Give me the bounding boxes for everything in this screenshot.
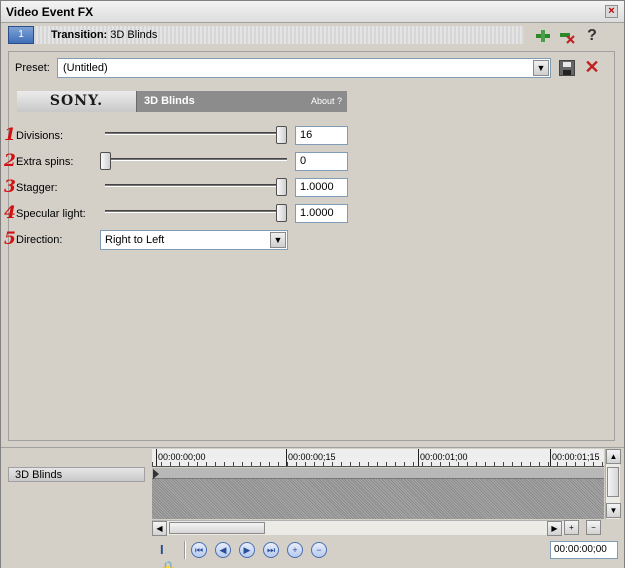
vertical-scroll-thumb[interactable] [607, 467, 619, 497]
divisions-label: Divisions: [16, 130, 64, 142]
time-ruler[interactable]: 00:00:00;00 00:00:00;15 00:00:01;00 00:0… [152, 449, 604, 467]
direction-label: Direction: [16, 234, 63, 246]
ruler-label: 00:00:00;00 [158, 452, 206, 462]
delete-keyframe-icon[interactable]: − [311, 542, 327, 558]
ruler-label: 00:00:01;15 [552, 452, 600, 462]
first-keyframe-icon[interactable]: ⏮ [191, 542, 207, 558]
lock-envelopes-icon[interactable]: I🔒 [160, 541, 178, 568]
divisions-slider[interactable] [105, 132, 287, 135]
preset-dropdown[interactable]: (Untitled) ▼ [57, 58, 551, 78]
transition-name: 3D Blinds [110, 29, 158, 41]
previous-keyframe-icon[interactable]: ◀ [215, 542, 231, 558]
plugin-name: 3D Blinds [144, 95, 195, 107]
stagger-slider[interactable] [105, 184, 287, 187]
stagger-slider-thumb[interactable] [276, 178, 287, 196]
current-time-display[interactable]: 00:00:00;00 [550, 541, 618, 559]
transition-title: Transition: 3D Blinds [51, 29, 157, 41]
track-label[interactable]: 3D Blinds [8, 467, 145, 482]
remove-plug-in-icon[interactable] [558, 27, 576, 45]
param-number-2: 2 [4, 151, 16, 171]
plugin-header-bar: SONY. 3D Blinds About ? [17, 91, 347, 112]
zoom-in-icon[interactable]: + [564, 520, 579, 535]
horizontal-scroll-thumb[interactable] [169, 522, 265, 534]
specular-light-label: Specular light: [16, 208, 86, 220]
ruler-label: 00:00:00;15 [288, 452, 336, 462]
chevron-down-icon[interactable]: ▼ [270, 232, 286, 248]
help-icon[interactable]: ? [583, 27, 601, 45]
specular-light-field[interactable]: 1.0000 [295, 204, 348, 223]
param-number-1: 1 [4, 125, 16, 145]
vertical-scrollbar[interactable]: ▲ ▼ [605, 449, 621, 519]
extra-spins-field[interactable]: 0 [295, 152, 348, 171]
chevron-down-icon[interactable]: ▼ [533, 60, 549, 76]
direction-dropdown[interactable]: Right to Left ▼ [100, 230, 288, 250]
zoom-out-icon[interactable]: − [586, 520, 601, 535]
horizontal-scrollbar[interactable]: ◀ ▶ [152, 520, 564, 536]
save-preset-icon[interactable] [559, 60, 575, 76]
video-event-fx-window: Video Event FX × 1 Transition: 3D Blinds… [0, 0, 625, 568]
direction-value: Right to Left [105, 234, 165, 246]
divisions-field[interactable]: 16 [295, 126, 348, 145]
ruler-minor-ticks [152, 462, 604, 466]
title-bar: Video Event FX × [1, 1, 624, 23]
param-number-3: 3 [4, 177, 16, 197]
preset-label: Preset: [15, 62, 50, 74]
stagger-field[interactable]: 1.0000 [295, 178, 348, 197]
scroll-down-icon[interactable]: ▼ [606, 503, 621, 518]
playhead-icon[interactable] [153, 469, 159, 479]
last-keyframe-icon[interactable]: ⏭ [263, 542, 279, 558]
close-icon[interactable]: × [605, 5, 618, 18]
toolbar-separator [184, 541, 186, 559]
fx-slot-button[interactable]: 1 [8, 26, 34, 44]
plug-in-icon[interactable] [534, 27, 552, 45]
preset-value: (Untitled) [63, 62, 108, 74]
specular-light-slider-thumb[interactable] [276, 204, 287, 222]
specular-light-slider[interactable] [105, 210, 287, 213]
delete-preset-icon[interactable]: ✕ [584, 58, 600, 76]
ruler-label: 00:00:01;00 [420, 452, 468, 462]
divisions-slider-thumb[interactable] [276, 126, 287, 144]
scroll-right-icon[interactable]: ▶ [547, 521, 562, 536]
sony-logo: SONY. [17, 91, 137, 112]
add-keyframe-icon[interactable]: + [287, 542, 303, 558]
param-number-4: 4 [4, 203, 16, 223]
param-number-5: 5 [4, 229, 16, 249]
scroll-up-icon[interactable]: ▲ [606, 449, 621, 464]
scroll-left-icon[interactable]: ◀ [152, 521, 167, 536]
window-title: Video Event FX [6, 5, 94, 19]
stagger-label: Stagger: [16, 182, 58, 194]
about-link[interactable]: About ? [311, 96, 342, 106]
extra-spins-slider-thumb[interactable] [100, 152, 111, 170]
keyframe-lane[interactable] [152, 468, 604, 479]
next-keyframe-icon[interactable]: ▶ [239, 542, 255, 558]
extra-spins-slider[interactable] [105, 158, 287, 161]
transition-prefix: Transition: [51, 29, 108, 41]
extra-spins-label: Extra spins: [16, 156, 74, 168]
